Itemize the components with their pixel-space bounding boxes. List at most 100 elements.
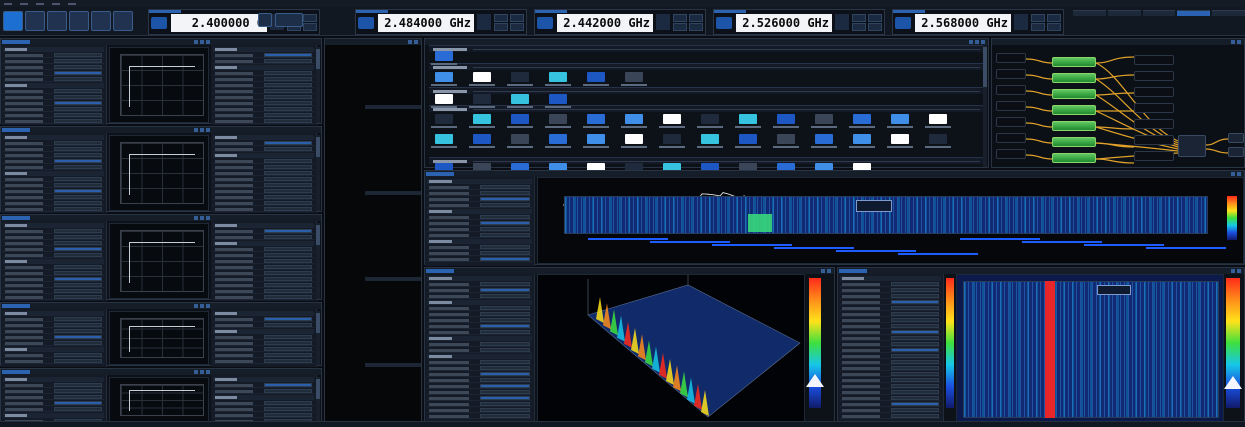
form-value[interactable] (53, 159, 102, 163)
output-node[interactable] (1134, 135, 1174, 145)
close-icon[interactable] (1237, 40, 1241, 44)
refresh-button[interactable] (258, 13, 272, 27)
component-tile[interactable] (853, 114, 871, 124)
form-value[interactable] (890, 342, 939, 346)
filter-node[interactable] (1052, 137, 1096, 147)
source-node[interactable] (996, 101, 1026, 111)
form-value[interactable] (479, 185, 530, 189)
form-row[interactable] (213, 283, 314, 288)
form-row[interactable] (213, 201, 314, 206)
component-tile[interactable] (473, 72, 491, 82)
form-value[interactable] (263, 71, 312, 75)
form-value[interactable] (263, 347, 312, 351)
form-row[interactable] (3, 395, 104, 400)
pin-icon[interactable] (200, 40, 204, 44)
workspace-tab[interactable] (1107, 10, 1141, 16)
form-value[interactable] (53, 65, 102, 69)
form-row[interactable] (213, 119, 314, 124)
catalog-section-header[interactable] (429, 63, 984, 70)
component-tile[interactable] (511, 72, 529, 82)
tuner-enable-button[interactable] (151, 17, 167, 29)
form-row[interactable] (213, 77, 314, 82)
sink-node[interactable] (1228, 133, 1244, 143)
output-node[interactable] (1134, 71, 1174, 81)
form-value[interactable] (479, 402, 530, 406)
menu-item[interactable] (52, 2, 60, 5)
form-value[interactable] (479, 288, 530, 292)
form-row[interactable] (3, 71, 104, 76)
form-value[interactable] (479, 197, 530, 201)
form-value[interactable] (53, 89, 102, 93)
level-marker-icon[interactable] (1224, 376, 1242, 389)
form-value[interactable] (890, 402, 939, 406)
spectrum-plot[interactable] (109, 377, 209, 423)
form-row[interactable] (213, 295, 314, 300)
component-tile[interactable] (625, 114, 643, 124)
step-button[interactable] (1031, 23, 1045, 31)
form-value[interactable] (53, 207, 102, 211)
form-row[interactable] (3, 165, 104, 170)
form-row[interactable] (840, 348, 941, 353)
form-row[interactable] (3, 353, 104, 358)
form-row[interactable] (3, 277, 104, 282)
step-button[interactable] (494, 14, 508, 22)
combiner-node[interactable] (1178, 135, 1206, 157)
form-value[interactable] (263, 259, 312, 263)
form-value[interactable] (479, 257, 530, 261)
spinner-icon[interactable] (1014, 14, 1028, 30)
component-tile[interactable] (511, 114, 529, 124)
form-value[interactable] (479, 306, 530, 310)
span-button[interactable] (1047, 23, 1061, 31)
form-value[interactable] (479, 245, 530, 249)
menu-icon[interactable] (194, 128, 198, 132)
component-tile[interactable] (435, 94, 453, 104)
form-row[interactable] (213, 401, 314, 406)
form-row[interactable] (840, 306, 941, 311)
form-row[interactable] (213, 377, 314, 382)
scrollbar-thumb[interactable] (316, 49, 320, 69)
form-row[interactable] (427, 191, 532, 196)
component-tile[interactable] (777, 114, 795, 124)
form-value[interactable] (53, 341, 102, 345)
tuner-enable-button[interactable] (537, 17, 553, 29)
form-row[interactable] (213, 59, 314, 64)
form-value[interactable] (53, 153, 102, 157)
form-row[interactable] (427, 185, 532, 190)
form-row[interactable] (3, 401, 104, 406)
filter-node[interactable] (1052, 57, 1096, 67)
form-value[interactable] (53, 241, 102, 245)
color-scale[interactable] (809, 278, 821, 408)
scrollbar-thumb[interactable] (316, 313, 320, 333)
span-button[interactable] (868, 14, 882, 22)
flow-graph-canvas[interactable] (992, 45, 1245, 169)
form-value[interactable] (479, 378, 530, 382)
button-row[interactable] (365, 191, 421, 195)
component-tile[interactable] (549, 114, 567, 124)
component-tile[interactable] (473, 94, 491, 104)
form-row[interactable] (840, 366, 941, 371)
form-row[interactable] (213, 259, 314, 264)
form-row[interactable] (213, 229, 314, 234)
component-tile[interactable] (511, 94, 529, 104)
form-row[interactable] (213, 183, 314, 188)
pin-icon[interactable] (821, 269, 825, 273)
form-row[interactable] (3, 65, 104, 70)
form-value[interactable] (53, 141, 102, 145)
form-value[interactable] (53, 147, 102, 151)
form-row[interactable] (3, 159, 104, 164)
component-tile[interactable] (435, 114, 453, 124)
form-row[interactable] (3, 407, 104, 412)
settings-scrollbar[interactable] (316, 377, 320, 423)
output-node[interactable] (1134, 87, 1174, 97)
form-value[interactable] (890, 294, 939, 298)
form-value[interactable] (890, 324, 939, 328)
scrollbar-thumb[interactable] (316, 137, 320, 157)
form-row[interactable] (3, 53, 104, 58)
form-row[interactable] (427, 318, 532, 323)
scrollbar-thumb[interactable] (316, 225, 320, 245)
pin-icon[interactable] (1231, 269, 1235, 273)
form-value[interactable] (263, 177, 312, 181)
spectrum-plot[interactable] (109, 223, 209, 299)
form-row[interactable] (840, 312, 941, 317)
form-row[interactable] (3, 89, 104, 94)
